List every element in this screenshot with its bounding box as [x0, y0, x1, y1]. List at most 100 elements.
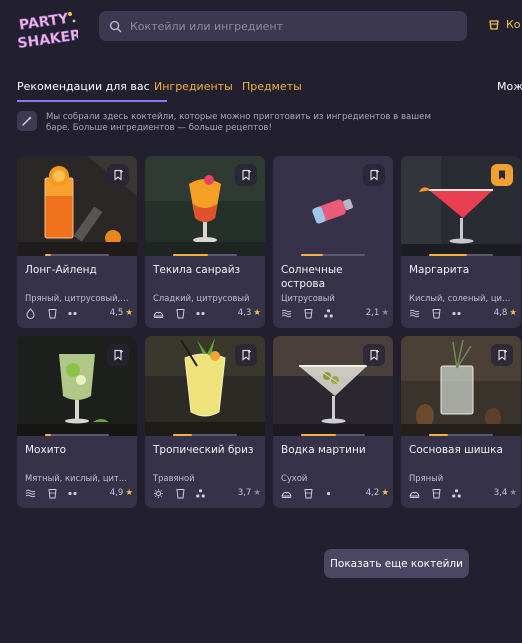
- cocktail-card[interactable]: Текила санрайз Сладкий, цитрусовый 4,3 ★: [145, 156, 265, 328]
- bookmark-icon: [242, 349, 251, 361]
- info-text: Мы собрали здесь коктейли, которые можно…: [46, 112, 431, 133]
- cocktail-name: Тропический бриз: [153, 444, 254, 456]
- cocktail-tags: Сухой: [281, 473, 308, 483]
- bookmark-button[interactable]: [363, 164, 385, 186]
- glass-type-icon: [176, 489, 185, 499]
- star-icon: ★: [509, 488, 517, 498]
- cocktail-name: Солнечные острова: [281, 264, 343, 290]
- rating: 4,2 ★: [366, 488, 389, 498]
- rating: 4,8 ★: [494, 308, 517, 318]
- bookmark-button-active[interactable]: [491, 164, 513, 186]
- taste-icon: [409, 491, 420, 498]
- bookmark-button[interactable]: [491, 344, 513, 366]
- cocktail-card[interactable]: Солнечные острова Цитрусовый 2,1 ★: [273, 156, 393, 328]
- rating-value: 4,2: [365, 488, 380, 498]
- rating-value: 4,8: [493, 308, 508, 318]
- star-icon: ★: [381, 308, 389, 318]
- glass-type-icon: [432, 489, 441, 499]
- ingredient-progress: [301, 434, 365, 436]
- taste-icon: [281, 491, 292, 498]
- cocktail-meta: 4,9 ★: [25, 488, 133, 500]
- taste-icon: [281, 309, 292, 318]
- cocktail-meta: 4,2 ★: [281, 488, 389, 500]
- tab-items[interactable]: Предметы: [242, 80, 302, 93]
- top-right-link[interactable]: Ко: [488, 18, 521, 31]
- cocktail-tags: Пряный, цитрусовый, ...: [25, 293, 129, 303]
- bookmark-icon: [114, 349, 123, 361]
- glass-icon: [489, 19, 499, 30]
- glass-type-icon: [432, 309, 441, 319]
- cocktail-card[interactable]: Сосновая шишка Пряный 3,4 ★: [401, 336, 521, 508]
- ingredient-progress: [429, 434, 493, 436]
- strength-icon: [196, 489, 205, 498]
- rating: 3,7 ★: [238, 488, 261, 498]
- tab-ingredients[interactable]: Ингредиенты: [154, 80, 233, 93]
- bookmark-button[interactable]: [235, 344, 257, 366]
- cocktail-name: Водка мартини: [281, 444, 366, 456]
- ingredient-progress: [173, 434, 237, 436]
- rating-value: 3,4: [493, 488, 508, 498]
- cocktail-tags: Травяной: [153, 473, 195, 483]
- star-icon: ★: [253, 488, 261, 498]
- cocktail-card[interactable]: Мохито Мятный, кислый, цит... 4,9 ★: [17, 336, 137, 508]
- cocktail-card[interactable]: Тропический бриз Травяной 3,7 ★: [145, 336, 265, 508]
- rating-value: 4,9: [109, 488, 124, 498]
- search-bar[interactable]: [99, 11, 467, 41]
- search-icon: [109, 20, 122, 32]
- strength-icon: [324, 309, 333, 318]
- ingredient-progress: [429, 254, 493, 256]
- rating-value: 4,5: [109, 308, 124, 318]
- star-icon: ★: [125, 308, 133, 318]
- taste-icon: [25, 489, 36, 498]
- cocktail-meta: 4,3 ★: [153, 308, 261, 320]
- info-banner: Мы собрали здесь коктейли, которые можно…: [17, 111, 437, 133]
- bookmark-icon: [242, 169, 251, 181]
- taste-icon: [154, 489, 163, 498]
- strength-icon: [452, 311, 461, 316]
- cocktail-meta: 2,1 ★: [281, 308, 389, 320]
- cocktail-name: Маргарита: [409, 264, 470, 276]
- taste-icon: [409, 309, 420, 318]
- show-more-button[interactable]: Показать еще коктейли: [324, 549, 469, 578]
- rating: 4,3 ★: [238, 308, 261, 318]
- star-icon: ★: [509, 308, 517, 318]
- tab-bar: Рекомендации для вас Ингредиенты Предмет…: [17, 80, 522, 102]
- bookmark-button[interactable]: [107, 164, 129, 186]
- tab-can-make[interactable]: Мож: [497, 80, 522, 93]
- cocktail-card[interactable]: Водка мартини Сухой 4,2 ★: [273, 336, 393, 508]
- bookmark-icon: [498, 349, 507, 361]
- cocktail-card[interactable]: Лонг-Айленд Пряный, цитрусовый, ... 4,5 ★: [17, 156, 137, 328]
- rating-value: 4,3: [237, 308, 252, 318]
- ingredient-progress: [301, 254, 365, 256]
- taste-icon: [153, 311, 164, 318]
- cocktail-name: Мохито: [25, 444, 67, 456]
- glass-type-icon: [48, 309, 57, 319]
- rating: 4,5 ★: [110, 308, 133, 318]
- strength-icon: [68, 311, 77, 316]
- search-input[interactable]: [128, 18, 452, 34]
- glass-type-icon: [48, 489, 57, 499]
- bookmark-icon: [370, 349, 379, 361]
- glass-type-icon: [304, 309, 313, 319]
- strength-icon: [452, 489, 461, 498]
- cocktail-tags: Мятный, кислый, цит...: [25, 473, 127, 483]
- cocktail-tags: Цитрусовый: [281, 293, 335, 303]
- bookmark-button[interactable]: [235, 164, 257, 186]
- cocktail-name: Лонг-Айленд: [25, 264, 97, 276]
- cocktail-meta: 3,7 ★: [153, 488, 261, 500]
- top-right-label: Ко: [506, 18, 521, 31]
- bookmark-button[interactable]: [107, 344, 129, 366]
- cocktail-meta: 3,4 ★: [409, 488, 517, 500]
- rating-value: 3,7: [237, 488, 252, 498]
- taste-icon: [26, 308, 35, 319]
- party-shaker-logo[interactable]: PARTY SHAKER: [14, 6, 78, 54]
- rating-value: 2,1: [365, 308, 380, 318]
- rating: 4,9 ★: [110, 488, 133, 498]
- bookmark-button[interactable]: [363, 344, 385, 366]
- ingredient-progress: [173, 254, 237, 256]
- cocktail-card[interactable]: Маргарита Кислый, соленый, цит... 4,8 ★: [401, 156, 521, 328]
- tab-recommendations[interactable]: Рекомендации для вас: [17, 80, 150, 93]
- glass-type-icon: [304, 489, 313, 499]
- cocktail-name: Сосновая шишка: [409, 444, 503, 456]
- cocktail-tags: Сладкий, цитрусовый: [153, 293, 250, 303]
